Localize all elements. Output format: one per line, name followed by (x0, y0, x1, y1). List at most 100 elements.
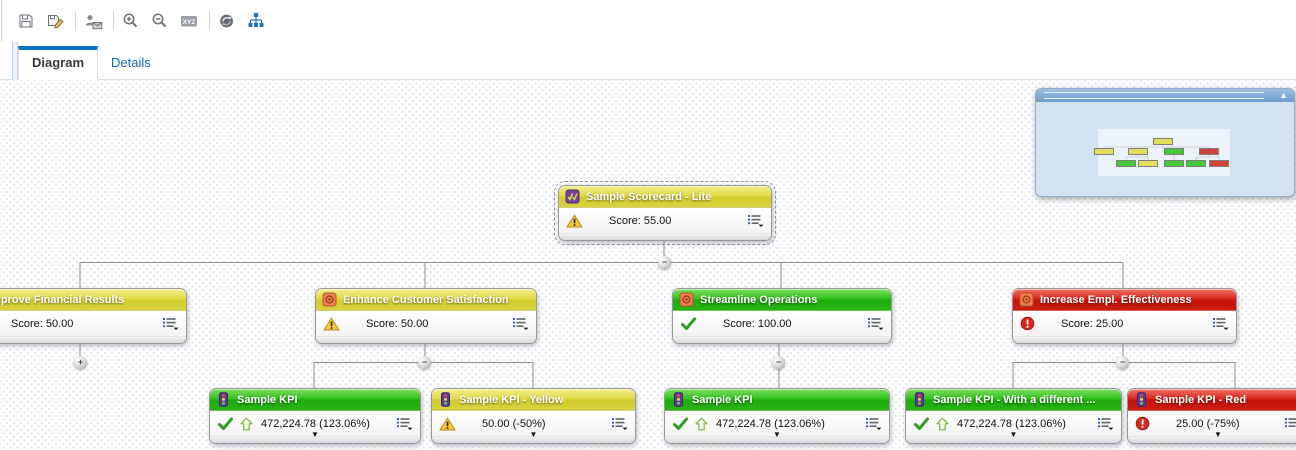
node-sample-kpi-red[interactable]: Sample KPI - Red 25.00 (-75%) ▼ (1127, 388, 1296, 444)
node-expander[interactable]: ▼ (311, 431, 319, 439)
node-menu-button[interactable] (512, 317, 529, 330)
overview-minimap: ▲ (1035, 88, 1295, 197)
collapse-toggle-enhance[interactable]: − (418, 356, 431, 369)
node-title: Sample KPI (692, 393, 753, 406)
node-expander[interactable]: ▼ (1010, 431, 1018, 439)
node-header: Sample KPI - Red (1128, 389, 1296, 411)
minimap-node (1199, 148, 1219, 155)
node-footer: ▼ (432, 431, 635, 443)
node-menu-button[interactable] (747, 214, 764, 227)
node-footer (0, 336, 186, 343)
minimap-node (1209, 160, 1229, 167)
node-streamline-operations[interactable]: Streamline Operations Score: 100.00 (672, 288, 892, 344)
node-expander[interactable]: ▼ (1214, 431, 1222, 439)
node-body: Score: 50.00 (316, 311, 536, 336)
node-menu-button[interactable] (611, 417, 628, 430)
node-improve-financial-results[interactable]: Improve Financial Results Score: 50.00 (0, 288, 187, 344)
tab-diagram[interactable]: Diagram (18, 46, 99, 80)
node-footer (1013, 336, 1236, 343)
node-header: Enhance Customer Satisfaction (316, 289, 536, 311)
node-menu-button[interactable] (1284, 417, 1296, 430)
ok-check-icon (681, 317, 696, 330)
kpi-icon (674, 392, 683, 407)
minimap-node (1164, 148, 1184, 155)
node-menu-button[interactable] (865, 417, 882, 430)
xyz-labels-icon[interactable]: XYZ (178, 10, 200, 32)
node-sample-kpi-different[interactable]: Sample KPI - With a different ... 472,22… (905, 388, 1122, 444)
objective-icon (1019, 292, 1034, 307)
node-value: 472,224.78 (123.06%) (716, 417, 825, 430)
node-sample-kpi-1[interactable]: Sample KPI 472,224.78 (123.06%) ▼ (209, 388, 421, 444)
node-sample-kpi-yellow[interactable]: Sample KPI - Yellow 50.00 (-50%) ▼ (431, 388, 636, 444)
node-sample-scorecard[interactable]: Sample Scorecard - Lite Score: 55.00 (554, 181, 776, 245)
node-body: Score: 25.00 (1013, 311, 1236, 336)
node-sample-kpi-2[interactable]: Sample KPI 472,224.78 (123.06%) ▼ (664, 388, 890, 444)
toolbar-separator (75, 11, 76, 31)
scorecard-icon (565, 189, 580, 204)
node-menu-button[interactable] (1212, 317, 1229, 330)
node-header: Sample KPI (210, 389, 420, 411)
node-title: Sample KPI - Yellow (459, 393, 564, 406)
collapse-toggle-streamline[interactable]: − (772, 356, 785, 369)
node-header: Streamline Operations (673, 289, 891, 311)
collapse-toggle-increase[interactable]: − (1116, 356, 1129, 369)
hierarchy-layout-icon[interactable] (245, 10, 267, 32)
world-refresh-icon[interactable] (216, 10, 238, 32)
expand-toggle-improve[interactable]: + (74, 356, 87, 369)
xyz-label: XYZ (183, 19, 196, 26)
critical-icon (1135, 416, 1150, 431)
minimap-node (1164, 160, 1184, 167)
zoom-out-icon[interactable] (149, 10, 171, 32)
save-as-icon[interactable] (44, 10, 66, 32)
collapse-toggle-root[interactable]: − (658, 256, 671, 269)
node-header: Increase Empl. Effectiveness (1013, 289, 1236, 311)
tab-bar: Diagram Details (0, 42, 1296, 80)
node-body: Score: 55.00 (559, 208, 771, 233)
node-footer (316, 336, 536, 343)
tab-details[interactable]: Details (98, 46, 164, 79)
ok-check-icon (218, 417, 233, 430)
critical-icon (1020, 316, 1035, 331)
node-title: Improve Financial Results (0, 293, 125, 306)
toolbar-separator (209, 11, 210, 31)
node-score: Score: 25.00 (1061, 317, 1124, 330)
objective-icon (679, 292, 694, 307)
kpi-icon (1137, 392, 1146, 407)
node-score: Score: 50.00 (11, 317, 74, 330)
node-footer: ▼ (665, 431, 889, 443)
minimap-node (1094, 148, 1114, 155)
publish-contact-icon[interactable] (82, 10, 104, 32)
zoom-in-icon[interactable] (120, 10, 142, 32)
node-menu-button[interactable] (396, 417, 413, 430)
diagram-canvas: − + − − − Sample Scorecard - Lite Score:… (0, 80, 1296, 450)
node-enhance-customer-satisfaction[interactable]: Enhance Customer Satisfaction Score: 50.… (315, 288, 537, 344)
node-footer (559, 233, 771, 240)
warning-icon (566, 213, 583, 227)
node-expander[interactable]: ▼ (773, 431, 781, 439)
node-menu-button[interactable] (1097, 417, 1114, 430)
trend-up-icon (695, 417, 708, 430)
node-menu-button[interactable] (162, 317, 179, 330)
node-header: Sample KPI - Yellow (432, 389, 635, 411)
ok-check-icon (914, 417, 929, 430)
node-header: Improve Financial Results (0, 289, 186, 311)
node-footer: ▼ (1128, 431, 1296, 443)
minimap-node (1128, 148, 1148, 155)
node-expander[interactable]: ▼ (530, 431, 538, 439)
save-icon[interactable] (15, 10, 37, 32)
node-title: Sample KPI - Red (1155, 393, 1247, 406)
node-footer (673, 336, 891, 343)
node-title: Increase Empl. Effectiveness (1040, 293, 1192, 306)
minimap-node (1138, 160, 1158, 167)
ok-check-icon (673, 417, 688, 430)
trend-up-icon (240, 417, 253, 430)
objective-icon (322, 292, 337, 307)
toolbar: XYZ (0, 0, 1296, 42)
node-title: Sample Scorecard - Lite (586, 190, 712, 203)
node-title: Enhance Customer Satisfaction (343, 293, 509, 306)
minimap-node (1153, 138, 1173, 145)
node-menu-button[interactable] (867, 317, 884, 330)
node-score: Score: 50.00 (366, 317, 429, 330)
node-increase-empl-effectiveness[interactable]: Increase Empl. Effectiveness Score: 25.0… (1012, 288, 1237, 344)
node-body: Score: 100.00 (673, 311, 891, 336)
